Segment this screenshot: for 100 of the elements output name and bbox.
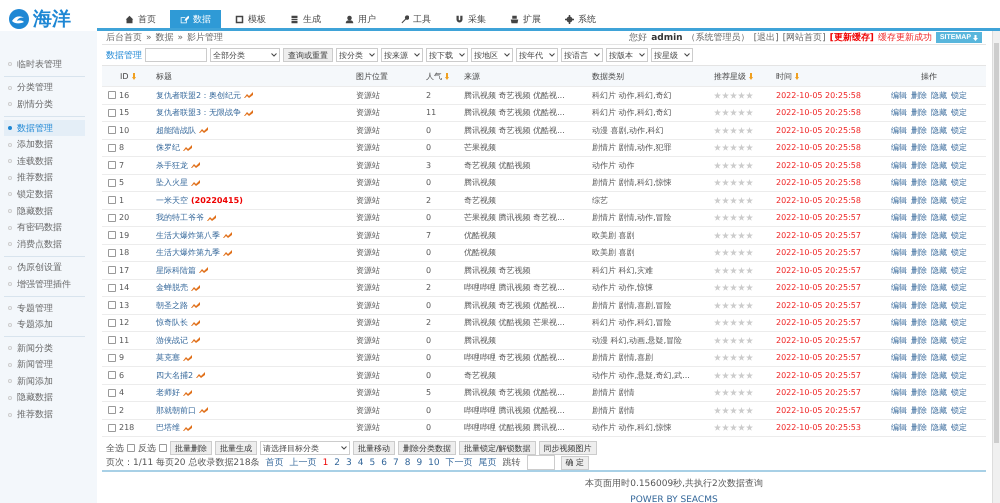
breadcrumb-link[interactable]: 数据 xyxy=(156,31,174,44)
star-rating[interactable] xyxy=(714,372,753,379)
sidebar-item[interactable]: 剧情分类 xyxy=(4,96,85,113)
action-link[interactable]: 编辑 xyxy=(891,247,907,258)
nav-tab[interactable]: 系统 xyxy=(555,10,606,28)
sidebar-item[interactable]: 隐藏数据 xyxy=(4,202,85,220)
sidebar-item[interactable]: 有密码数据 xyxy=(4,219,85,236)
nav-tab[interactable]: 首页 xyxy=(115,10,166,28)
row-checkbox[interactable] xyxy=(108,91,116,100)
title-link[interactable]: 巴塔维 xyxy=(156,422,180,434)
action-link[interactable]: 锁定 xyxy=(951,124,967,136)
row-checkbox[interactable] xyxy=(108,406,116,414)
action-link[interactable]: 编辑 xyxy=(891,177,907,188)
title-link[interactable]: 老师好 xyxy=(156,387,180,398)
logout-link[interactable]: [退出] xyxy=(754,31,779,44)
sidebar-item[interactable]: 数据管理 xyxy=(4,120,85,136)
sidebar-item[interactable]: 专题管理 xyxy=(4,300,85,316)
action-link[interactable]: 锁定 xyxy=(951,334,967,346)
page-link[interactable]: 7 xyxy=(392,458,399,468)
action-link[interactable]: 锁定 xyxy=(951,194,967,206)
sidebar-item[interactable]: 消费点数据 xyxy=(4,236,85,253)
action-link[interactable]: 编辑 xyxy=(891,422,907,434)
go-button[interactable]: 确 定 xyxy=(560,456,590,470)
sidebar-item[interactable]: 分类管理 xyxy=(4,80,85,96)
breadcrumb-link[interactable]: 影片管理 xyxy=(187,31,224,44)
action-link[interactable]: 锁定 xyxy=(951,370,967,381)
row-checkbox[interactable] xyxy=(108,371,116,380)
star-rating[interactable] xyxy=(714,389,753,396)
title-link[interactable]: 复仇者联盟3：无限战争 xyxy=(156,107,242,118)
page-link[interactable]: 9 xyxy=(416,458,422,468)
star-rating[interactable] xyxy=(714,126,753,134)
action-link[interactable]: 隐藏 xyxy=(931,317,947,328)
action-link[interactable]: 编辑 xyxy=(891,264,907,276)
sidebar-item[interactable]: 连载数据 xyxy=(4,152,85,170)
star-rating[interactable] xyxy=(714,424,753,432)
sort-arrow-icon[interactable] xyxy=(445,72,449,80)
action-link[interactable]: 编辑 xyxy=(891,282,907,294)
action-link[interactable]: 编辑 xyxy=(891,404,907,416)
action-link[interactable]: 锁定 xyxy=(951,300,967,311)
page-link[interactable]: 8 xyxy=(404,458,410,468)
star-rating[interactable] xyxy=(714,249,753,256)
star-rating[interactable] xyxy=(714,92,753,99)
page-link[interactable]: 2 xyxy=(334,458,340,468)
star-rating[interactable] xyxy=(714,196,753,204)
sidebar-item[interactable]: 推荐数据 xyxy=(4,406,85,423)
sidebar-item[interactable]: 专题添加 xyxy=(4,316,85,333)
batch-button[interactable]: 批量锁定/解锁数据 xyxy=(459,441,536,455)
star-rating[interactable] xyxy=(714,319,753,326)
title-link[interactable]: 复仇者联盟2：奥创纪元 xyxy=(156,90,242,101)
action-link[interactable]: 锁定 xyxy=(951,90,967,101)
search-field[interactable] xyxy=(145,48,207,62)
action-link[interactable]: 锁定 xyxy=(951,212,967,224)
row-checkbox[interactable] xyxy=(108,388,116,397)
sort-arrow-icon[interactable] xyxy=(749,72,753,80)
action-link[interactable]: 编辑 xyxy=(891,194,907,206)
action-link[interactable]: 隐藏 xyxy=(931,264,947,276)
action-link[interactable]: 编辑 xyxy=(891,300,907,311)
filter-select[interactable]: 按分类 xyxy=(336,48,378,62)
title-link[interactable]: 莫克塞 xyxy=(156,352,180,364)
title-link[interactable]: 侏罗纪 xyxy=(156,142,180,154)
title-link[interactable]: 坠入火星 xyxy=(156,177,188,188)
action-link[interactable]: 编辑 xyxy=(891,334,907,346)
title-link[interactable]: 生活大爆炸第九季 xyxy=(156,247,220,258)
action-link[interactable]: 锁定 xyxy=(951,352,967,364)
star-rating[interactable] xyxy=(714,214,753,222)
star-rating[interactable] xyxy=(714,144,753,152)
action-link[interactable]: 隐藏 xyxy=(931,282,947,294)
action-link[interactable]: 编辑 xyxy=(891,317,907,328)
page-link[interactable]: 3 xyxy=(346,458,352,468)
action-link[interactable]: 删除 xyxy=(911,142,927,154)
title-link[interactable]: 我的特工爷爷 xyxy=(156,212,204,224)
action-link[interactable]: 隐藏 xyxy=(931,404,947,416)
sidebar-item[interactable]: 增强管理插件 xyxy=(4,276,85,293)
title-link[interactable]: 金蝉脱壳 xyxy=(156,282,188,294)
action-link[interactable]: 删除 xyxy=(911,317,927,328)
nav-tab[interactable]: 采集 xyxy=(445,10,496,28)
action-link[interactable]: 隐藏 xyxy=(931,107,947,118)
batch-button[interactable]: 批量移动 xyxy=(353,441,395,455)
nav-tab[interactable]: 模板 xyxy=(225,10,276,28)
star-rating[interactable] xyxy=(714,162,753,169)
filter-select[interactable]: 按年代 xyxy=(516,48,558,62)
action-link[interactable]: 隐藏 xyxy=(931,90,947,101)
action-link[interactable]: 隐藏 xyxy=(931,334,947,346)
action-link[interactable]: 编辑 xyxy=(891,142,907,154)
star-rating[interactable] xyxy=(714,354,753,362)
action-link[interactable]: 锁定 xyxy=(951,247,967,258)
action-link[interactable]: 删除 xyxy=(911,422,927,434)
filter-select[interactable]: 按星级 xyxy=(651,48,693,62)
row-checkbox[interactable] xyxy=(108,178,116,187)
nav-tab[interactable]: 扩展 xyxy=(500,10,551,28)
action-link[interactable]: 编辑 xyxy=(891,212,907,224)
title-link[interactable]: 星际科陆篇 xyxy=(156,264,196,276)
action-link[interactable]: 锁定 xyxy=(951,142,967,154)
page-link[interactable]: 6 xyxy=(381,458,387,468)
next-page-link[interactable]: 下一页 xyxy=(446,456,473,469)
row-checkbox[interactable] xyxy=(108,248,116,257)
action-link[interactable]: 删除 xyxy=(911,177,927,188)
site-home-link[interactable]: [网站首页] xyxy=(782,31,826,44)
action-link[interactable]: 锁定 xyxy=(951,230,967,241)
row-checkbox[interactable] xyxy=(108,161,116,170)
